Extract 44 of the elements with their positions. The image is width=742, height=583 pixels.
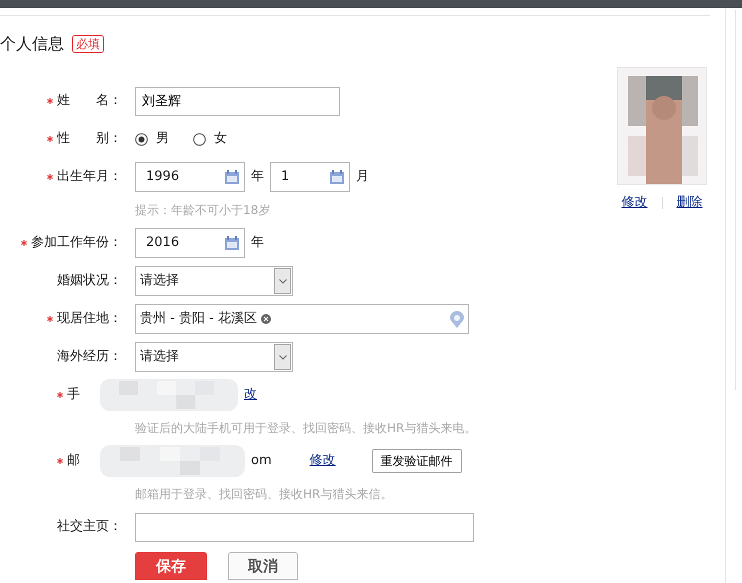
hint-text: 提示：年龄不可小于18岁 [135,202,270,219]
required-tag: 必填 [72,35,104,53]
hint-text: 邮箱用于登录、找回密码、接收HR与猎头来信。 [135,486,392,503]
clear-icon[interactable] [260,314,271,324]
field-label: 手 [67,387,80,402]
field-label: 姓 名： [57,93,122,108]
resend-button[interactable]: 重发验证邮件 [372,449,462,473]
calendar-icon[interactable] [224,235,240,251]
field-label: 性 别： [57,131,122,146]
date-field[interactable]: 2016 [135,228,245,258]
unit-label: 年 [251,234,264,252]
unit-label: 月 [356,168,369,186]
calendar-icon[interactable] [329,169,345,185]
radio-button[interactable] [135,132,148,146]
save-button[interactable]: 保存 [135,552,207,580]
hint-text: 验证后的大陆手机可用于登录、找回密码、接收HR与猎头来电。 [135,420,476,437]
radio-label: 男 [156,130,169,148]
text-field[interactable] [135,512,474,542]
edit-photo-link[interactable]: 修改 [622,193,648,212]
edit-link[interactable]: 改 [244,385,257,405]
field-label: 邮 [67,453,80,468]
date-field[interactable]: 1 [270,162,350,192]
select-field[interactable]: 请选择 [135,266,293,296]
edit-link[interactable]: 修改 [310,451,336,471]
field-label: 社交主页： [57,519,122,534]
text-field[interactable]: 刘圣辉 [135,86,340,116]
cancel-button[interactable]: 取消 [228,552,298,580]
field-label: 海外经历： [57,349,122,364]
section-title: 个人信息 [0,33,64,55]
email-text: om [251,452,272,470]
map-pin-icon[interactable] [450,310,464,328]
date-field[interactable]: 1996 [135,162,245,192]
field-label: 婚姻状况： [57,273,122,288]
calendar-icon[interactable] [224,169,240,185]
field-label: 现居住地： [57,311,122,326]
field-label: 出生年月： [57,169,122,184]
field-label: 参加工作年份： [31,235,122,250]
radio-label: 女 [214,130,227,148]
select-field[interactable]: 请选择 [135,342,293,372]
radio-button[interactable] [193,132,206,146]
location-value: 贵州 - 贵阳 - 花溪区 [140,310,257,328]
unit-label: 年 [251,168,264,186]
delete-photo-link[interactable]: 删除 [676,193,702,212]
location-field[interactable]: 贵州 - 贵阳 - 花溪区 [135,304,469,334]
